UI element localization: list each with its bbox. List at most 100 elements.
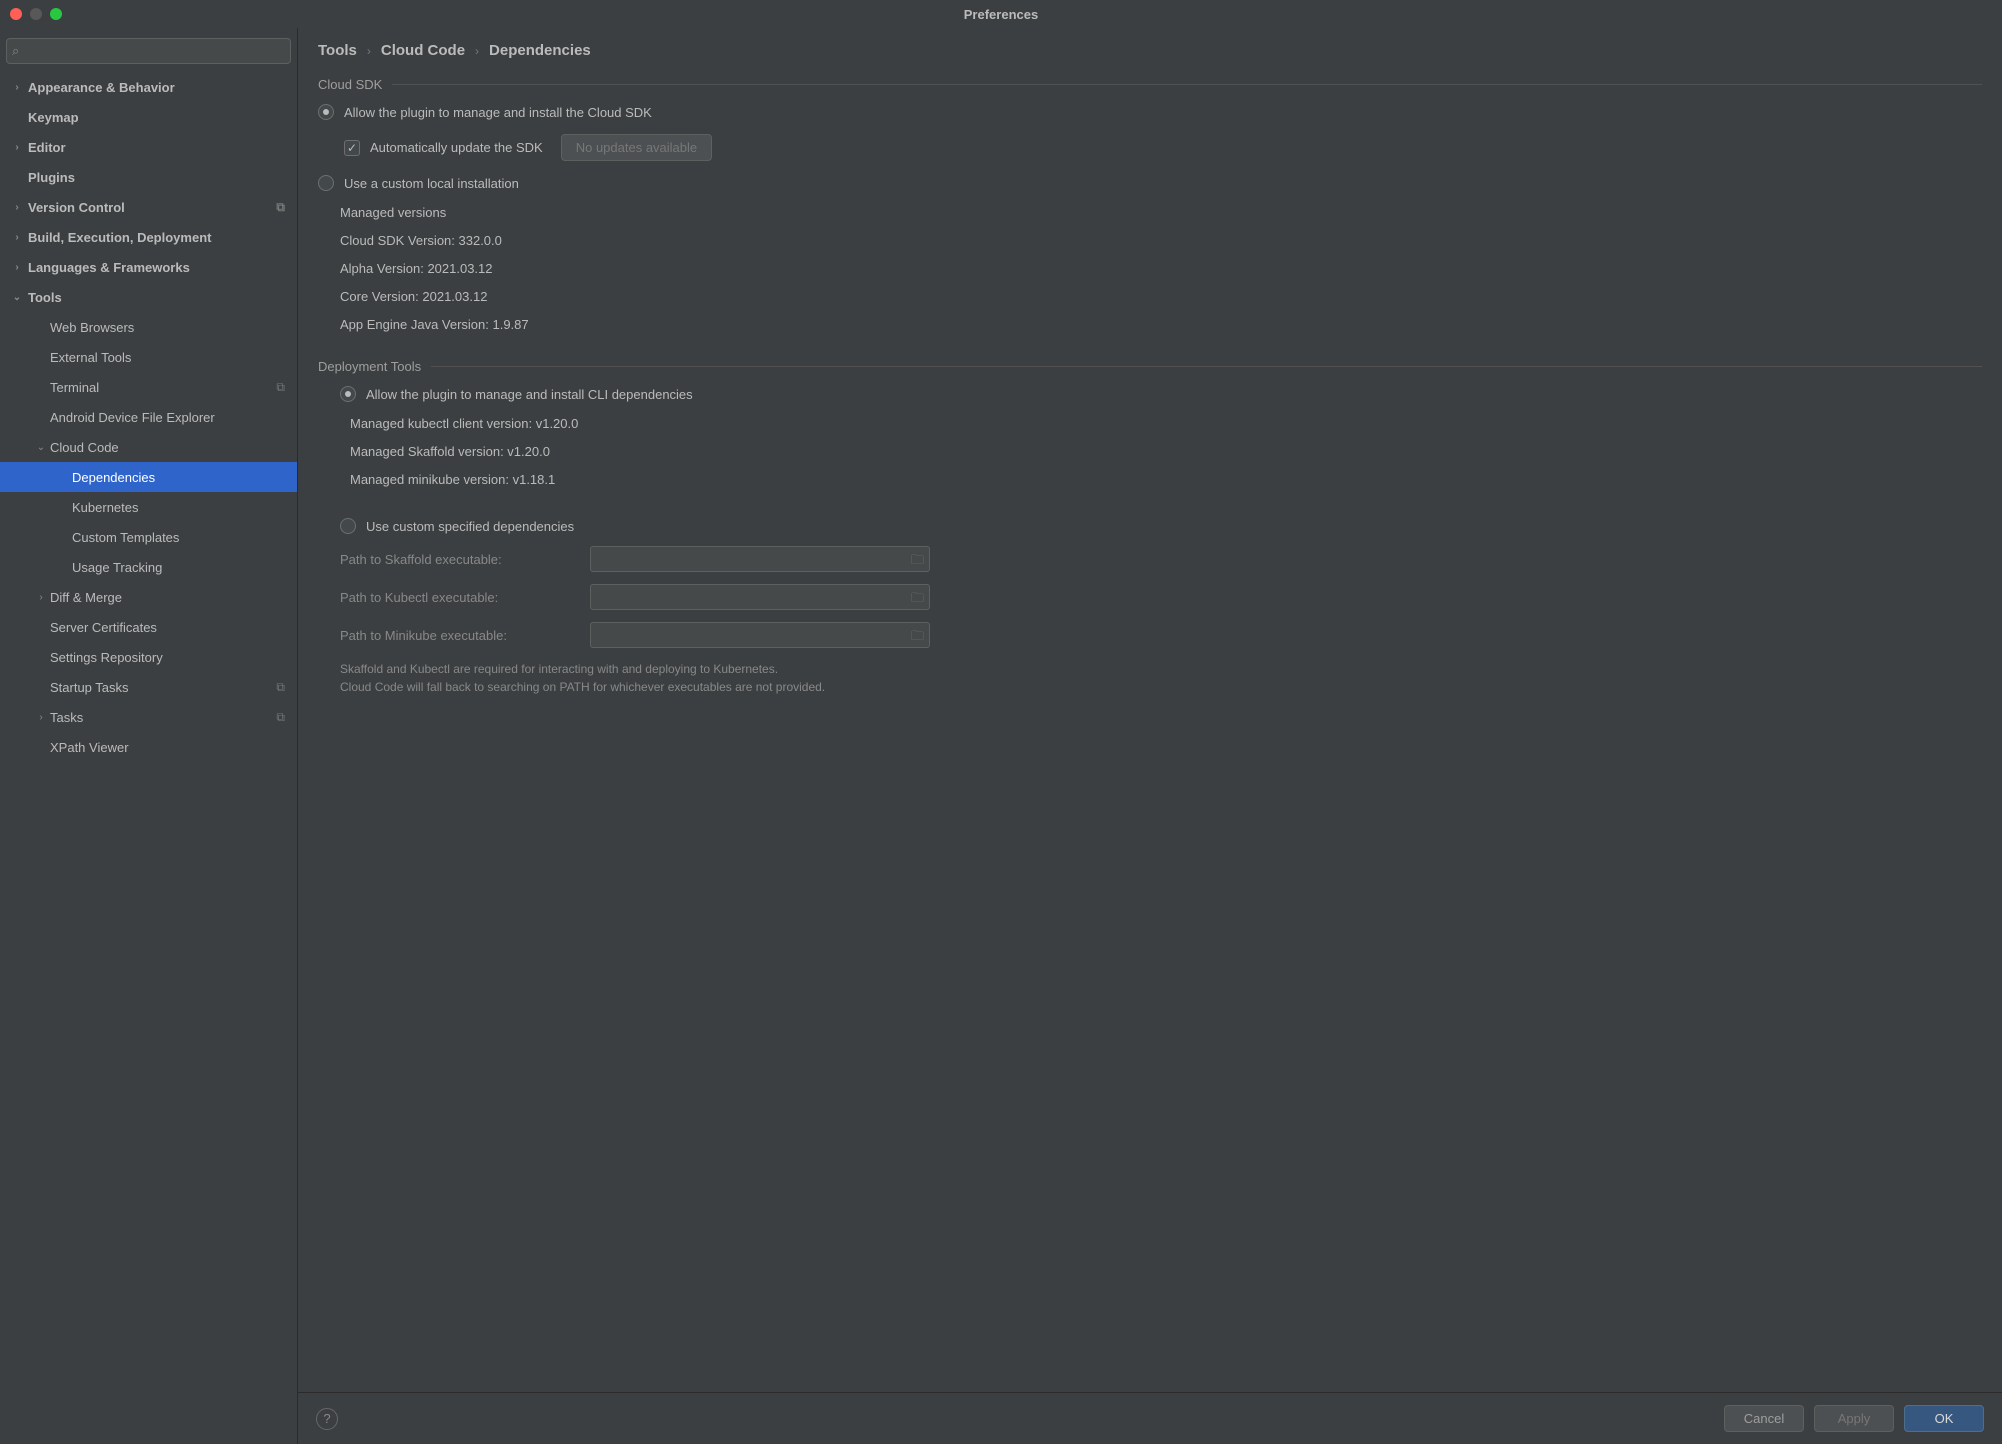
sidebar-item-label: Build, Execution, Deployment [28,230,211,245]
sidebar-item-label: Languages & Frameworks [28,260,190,275]
sidebar-item-label: Kubernetes [72,500,139,515]
sidebar-item-kubernetes[interactable]: Kubernetes [0,492,297,522]
sidebar-item-label: XPath Viewer [50,740,129,755]
section-heading-label: Deployment Tools [318,359,421,374]
window-controls [10,8,62,20]
settings-tree: ›Appearance & Behavior Keymap ›Editor Pl… [0,72,297,1444]
help-button[interactable]: ? [316,1408,338,1430]
chevron-right-icon: › [10,262,24,273]
apply-button[interactable]: Apply [1814,1405,1894,1432]
path-label: Path to Skaffold executable: [340,552,572,567]
sidebar-item-keymap[interactable]: Keymap [0,102,297,132]
zoom-icon[interactable] [50,8,62,20]
sidebar-item-startup-tasks[interactable]: Startup Tasks⧉ [0,672,297,702]
sidebar-item-diff-merge[interactable]: ›Diff & Merge [0,582,297,612]
sidebar-item-label: Tools [28,290,62,305]
chevron-down-icon: ⌄ [10,292,24,303]
sidebar-item-label: Usage Tracking [72,560,162,575]
sidebar-item-editor[interactable]: ›Editor [0,132,297,162]
ok-button[interactable]: OK [1904,1405,1984,1432]
hint-line: Cloud Code will fall back to searching o… [340,678,1982,696]
no-updates-button[interactable]: No updates available [561,134,712,161]
radio-icon [318,104,334,120]
footer: ? Cancel Apply OK [298,1392,2002,1444]
sidebar: ⌕ ›Appearance & Behavior Keymap ›Editor … [0,28,298,1444]
sidebar-item-cloud-code[interactable]: ⌄Cloud Code [0,432,297,462]
sidebar-item-android[interactable]: Android Device File Explorer [0,402,297,432]
radio-icon [340,518,356,534]
sidebar-item-label: Settings Repository [50,650,163,665]
sidebar-item-label: Plugins [28,170,75,185]
radio-managed-sdk[interactable]: Allow the plugin to manage and install t… [318,104,1982,120]
folder-icon[interactable]: 🗀 [911,589,924,611]
skaffold-path-input[interactable] [590,546,930,572]
info-line: Managed kubectl client version: v1.20.0 [350,410,1982,438]
sidebar-item-xpath-viewer[interactable]: XPath Viewer [0,732,297,762]
close-icon[interactable] [10,8,22,20]
sidebar-item-settings-repository[interactable]: Settings Repository [0,642,297,672]
chevron-right-icon: › [10,232,24,243]
sidebar-item-tools[interactable]: ⌄ Tools [0,282,297,312]
breadcrumb-item[interactable]: Cloud Code [381,42,465,59]
search-input[interactable] [6,38,291,64]
minimize-icon[interactable] [30,8,42,20]
radio-icon [340,386,356,402]
sidebar-item-label: Tasks [50,710,83,725]
sidebar-item-version-control[interactable]: ›Version Control⧉ [0,192,297,222]
sidebar-item-custom-templates[interactable]: Custom Templates [0,522,297,552]
radio-label: Allow the plugin to manage and install C… [366,387,693,402]
folder-icon[interactable]: 🗀 [911,551,924,573]
sidebar-item-dependencies[interactable]: Dependencies [0,462,297,492]
managed-versions-block: Managed versions Cloud SDK Version: 332.… [340,199,1982,339]
sidebar-item-web-browsers[interactable]: Web Browsers [0,312,297,342]
sidebar-item-external-tools[interactable]: External Tools [0,342,297,372]
breadcrumb: Tools › Cloud Code › Dependencies [298,28,2002,69]
sidebar-item-build[interactable]: › Build, Execution, Deployment [0,222,297,252]
info-line: Managed versions [340,199,1982,227]
sidebar-item-plugins[interactable]: Plugins [0,162,297,192]
radio-label: Use custom specified dependencies [366,519,574,534]
hint-line: Skaffold and Kubectl are required for in… [340,660,1982,678]
folder-icon[interactable]: 🗀 [911,627,924,649]
radio-custom-sdk[interactable]: Use a custom local installation [318,175,1982,191]
chevron-down-icon: ⌄ [34,442,48,453]
sidebar-item-terminal[interactable]: Terminal ⧉ [0,372,297,402]
titlebar: Preferences [0,0,2002,28]
breadcrumb-item[interactable]: Tools [318,42,357,59]
sidebar-item-label: Server Certificates [50,620,157,635]
section-heading-label: Cloud SDK [318,77,382,92]
info-line: Alpha Version: 2021.03.12 [340,255,1982,283]
radio-label: Use a custom local installation [344,176,519,191]
sidebar-item-label: Terminal [50,380,99,395]
copy-icon: ⧉ [276,380,285,395]
checkbox-auto-update[interactable] [344,140,360,156]
minikube-path-input[interactable] [590,622,930,648]
sidebar-item-label: External Tools [50,350,131,365]
sidebar-item-server-certificates[interactable]: Server Certificates [0,612,297,642]
sidebar-item-label: Appearance & Behavior [28,80,175,95]
chevron-right-icon: › [475,44,479,58]
radio-custom-cli[interactable]: Use custom specified dependencies [340,518,1982,534]
sidebar-item-label: Version Control [28,200,125,215]
sidebar-item-appearance[interactable]: ›Appearance & Behavior [0,72,297,102]
sidebar-item-languages[interactable]: › Languages & Frameworks [0,252,297,282]
kubectl-path-input[interactable] [590,584,930,610]
sidebar-item-tasks[interactable]: ›Tasks⧉ [0,702,297,732]
managed-cli-versions-block: Managed kubectl client version: v1.20.0 … [350,410,1982,494]
search-field[interactable]: ⌕ [6,38,291,64]
copy-icon: ⧉ [276,680,285,695]
chevron-right-icon: › [10,142,24,153]
sidebar-item-label: Web Browsers [50,320,134,335]
radio-managed-cli[interactable]: Allow the plugin to manage and install C… [340,386,1982,402]
sidebar-item-label: Android Device File Explorer [50,410,215,425]
sidebar-item-usage-tracking[interactable]: Usage Tracking [0,552,297,582]
content-pane: Tools › Cloud Code › Dependencies Cloud … [298,28,2002,1444]
window-title: Preferences [964,7,1038,22]
path-label: Path to Kubectl executable: [340,590,572,605]
section-heading-deployment-tools: Deployment Tools [318,359,1982,374]
info-line: Core Version: 2021.03.12 [340,283,1982,311]
cancel-button[interactable]: Cancel [1724,1405,1804,1432]
section-heading-cloud-sdk: Cloud SDK [318,77,1982,92]
chevron-right-icon: › [34,712,48,723]
preferences-window: Preferences ⌕ ›Appearance & Behavior Key… [0,0,2002,1444]
